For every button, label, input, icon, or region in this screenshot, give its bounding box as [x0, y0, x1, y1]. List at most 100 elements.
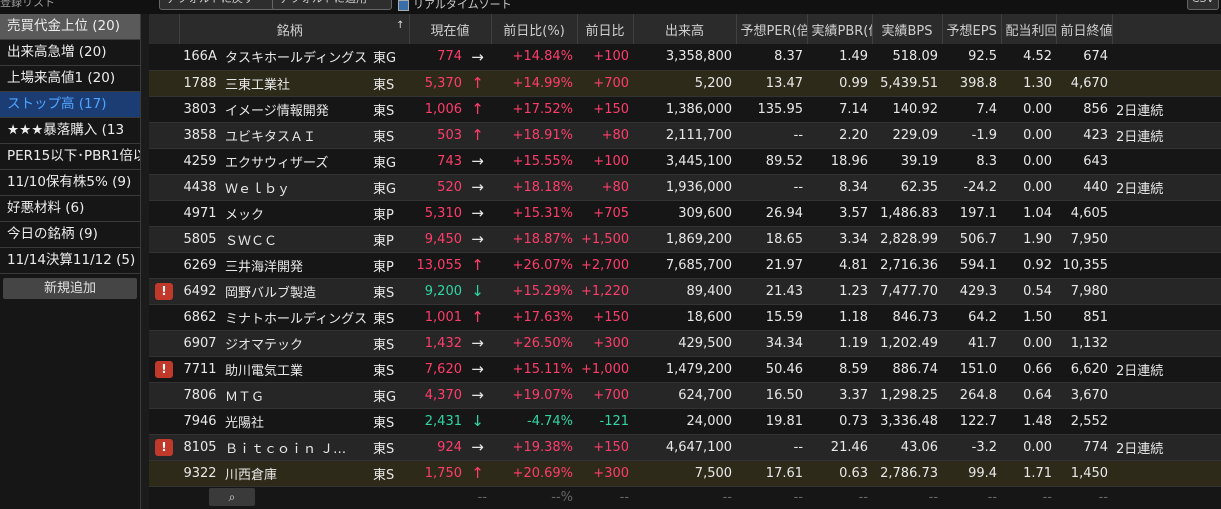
warning-icon[interactable]: !	[155, 282, 173, 300]
csv-button[interactable]: CSV	[1186, 0, 1219, 10]
header-warn[interactable]	[149, 14, 180, 44]
sidebar-item[interactable]: 好悪材料 (6)	[0, 196, 140, 222]
stock-code: 9322	[179, 460, 221, 487]
realtime-sort-checkbox[interactable]: リアルタイムソート	[398, 0, 512, 12]
streak-note: 2日連続	[1112, 174, 1221, 201]
header-meigara[interactable]: 銘柄 ↑	[179, 14, 410, 44]
sidebar-item[interactable]: ストップ高 (17)	[0, 92, 140, 118]
header-pbr[interactable]: 実績PBR(倍	[807, 14, 873, 44]
change-pct: +18.91%	[491, 122, 578, 149]
pbr-value: 7.14	[807, 96, 873, 123]
table-row[interactable]: ! 7711 助川電気工業 東S 7,620 → +15.11% +1,000 1,479,20…	[149, 356, 1221, 383]
table-row[interactable]: 3803 イメージ情報開発 東S 1,006 ↑ +17.52% +150 1,386,000…	[149, 96, 1221, 123]
trend-arrow: →	[464, 382, 492, 409]
header-bps[interactable]: 実績BPS	[872, 14, 943, 44]
table-row[interactable]: 7806 ＭＴＧ 東G 4,370 → +19.07% +700 624,700 16.50 3.…	[149, 382, 1221, 409]
warn-cell: !	[149, 356, 179, 383]
current-price: 503	[409, 122, 464, 149]
pbr-value: 21.46	[807, 434, 873, 461]
trend-arrow: ↑	[464, 252, 492, 279]
header-prev-close[interactable]: 前日終値	[1056, 14, 1113, 44]
warn-cell	[149, 70, 179, 97]
sidebar-item[interactable]: 売買代金上位 (20)	[0, 14, 140, 40]
volume: 309,600	[633, 200, 737, 227]
table-row[interactable]: 166A タスキホールディングス 東G 774 → +14.84% +100 3,358,80…	[149, 44, 1221, 71]
warn-cell	[149, 226, 179, 253]
table-row[interactable]: 5805 ＳＷＣＣ 東P 9,450 → +18.87% +1,500 1,869,200 18…	[149, 226, 1221, 253]
table-row[interactable]: 4438 Ｗｅｌｂｙ 東G 520 → +18.18% +80 1,936,000 -- 8.34…	[149, 174, 1221, 201]
header-per[interactable]: 予想PER(倍	[736, 14, 808, 44]
header-eps[interactable]: 予想EPS	[942, 14, 1002, 44]
prev-close: 774	[1056, 434, 1113, 461]
sidebar-item[interactable]: 11/14決算11/12 (5)	[0, 248, 140, 274]
volume: 4,647,100	[633, 434, 737, 461]
footer-pbr-dash: --	[858, 489, 869, 505]
eps-value: 398.8	[942, 70, 1002, 97]
header-volume[interactable]: 出来高	[633, 14, 737, 44]
warning-icon[interactable]: !	[155, 438, 173, 456]
change-pct: +20.69%	[491, 460, 578, 487]
default-back-button[interactable]: デフォルトに戻す	[159, 0, 277, 10]
stock-code: 4438	[179, 174, 221, 201]
volume: 7,685,700	[633, 252, 737, 279]
yield-value: 1.30	[1001, 70, 1057, 97]
warn-cell	[149, 382, 179, 409]
current-price: 7,620	[409, 356, 464, 383]
new-list-button[interactable]: 新規追加	[3, 278, 137, 299]
prev-close: 643	[1056, 148, 1113, 175]
table-row[interactable]: 6269 三井海洋開発 東P 13,055 ↑ +26.07% +2,700 7,685,70…	[149, 252, 1221, 279]
table-row[interactable]: 9322 川西倉庫 東S 1,750 ↑ +20.69% +300 7,500 17.61 0.6…	[149, 460, 1221, 487]
sidebar-item[interactable]: 今日の銘柄 (9)	[0, 222, 140, 248]
table-row[interactable]: 4259 エクサウィザーズ 東G 743 → +15.55% +100 3,445,100 89…	[149, 148, 1221, 175]
footer-note-cell	[1112, 486, 1221, 508]
footer-chg-dash: --	[619, 489, 630, 505]
warning-icon[interactable]: !	[155, 360, 173, 378]
streak-note: 2日連続	[1112, 96, 1221, 123]
table-row[interactable]: 1788 三東工業社 東S 5,370 ↑ +14.99% +700 5,200 13.47 0.…	[149, 70, 1221, 97]
market: 東S	[371, 460, 409, 487]
table-row[interactable]: 3858 ユビキタスＡＩ 東S 503 ↑ +18.91% +80 2,111,700 -- 2.…	[149, 122, 1221, 149]
sort-asc-icon[interactable]: ↑	[396, 20, 404, 31]
change-value: +705	[577, 200, 634, 227]
sidebar-item[interactable]: ★★★暴落購入 (13	[0, 118, 140, 144]
table-row[interactable]: ! 6492 岡野バルブ製造 東S 9,200 ↓ +15.29% +1,220 89,400 2…	[149, 278, 1221, 305]
stock-name: メック	[221, 200, 371, 227]
table-row[interactable]: 6907 ジオマテック 東S 1,432 → +26.50% +300 429,500 34.3…	[149, 330, 1221, 357]
warn-cell: !	[149, 278, 179, 305]
table-row[interactable]: 6862 ミナトホールディングス 東S 1,001 ↑ +17.63% +150 18,600…	[149, 304, 1221, 331]
header-change[interactable]: 前日比	[577, 14, 634, 44]
warn-cell	[149, 200, 179, 227]
stock-name: 光陽社	[221, 408, 371, 435]
change-value: +150	[577, 96, 634, 123]
default-apply-button[interactable]: デフォルトに適用	[272, 0, 392, 10]
table-row[interactable]: 4971 メック 東P 5,310 → +15.31% +705 309,600 26.94 3.…	[149, 200, 1221, 227]
market: 東S	[371, 96, 409, 123]
streak-note	[1112, 278, 1221, 305]
prev-close: 10,355	[1056, 252, 1113, 279]
header-yield[interactable]: 配当利回	[1001, 14, 1057, 44]
table-footer-row: ⌕ -- --% -- -- -- -- -- -- -- --	[149, 486, 1221, 508]
change-pct: +18.18%	[491, 174, 578, 201]
header-current-price[interactable]: 現在値	[409, 14, 492, 44]
table-row[interactable]: 7946 光陽社 東S 2,431 ↓ -4.74% -121 24,000 19.81 0.73…	[149, 408, 1221, 435]
stock-name: 三東工業社	[221, 70, 371, 97]
change-pct: +17.52%	[491, 96, 578, 123]
warn-cell	[149, 330, 179, 357]
sidebar-item[interactable]: PER15以下･PBR1倍以	[0, 144, 140, 170]
yield-value: 1.50	[1001, 304, 1057, 331]
sidebar-item[interactable]: 出来高急増 (20)	[0, 40, 140, 66]
header-change-pct[interactable]: 前日比(%)	[491, 14, 578, 44]
header-note[interactable]	[1112, 14, 1221, 44]
volume: 24,000	[633, 408, 737, 435]
table-row[interactable]: ! 8105 Ｂｉｔｃｏｉｎ Ｊ… 東S 924 → +19.38% +150 4,647,10…	[149, 434, 1221, 461]
volume: 1,386,000	[633, 96, 737, 123]
checkbox-box[interactable]	[398, 0, 409, 11]
stock-name: Ｂｉｔｃｏｉｎ Ｊ…	[221, 434, 371, 461]
current-price: 2,431	[409, 408, 464, 435]
search-icon[interactable]: ⌕	[209, 488, 255, 507]
trend-arrow: ↑	[464, 70, 492, 97]
current-price: 1,001	[409, 304, 464, 331]
sidebar-item[interactable]: 11/10保有株5% (9)	[0, 170, 140, 196]
sidebar-item[interactable]: 上場来高値1 (20)	[0, 66, 140, 92]
change-value: +100	[577, 148, 634, 175]
